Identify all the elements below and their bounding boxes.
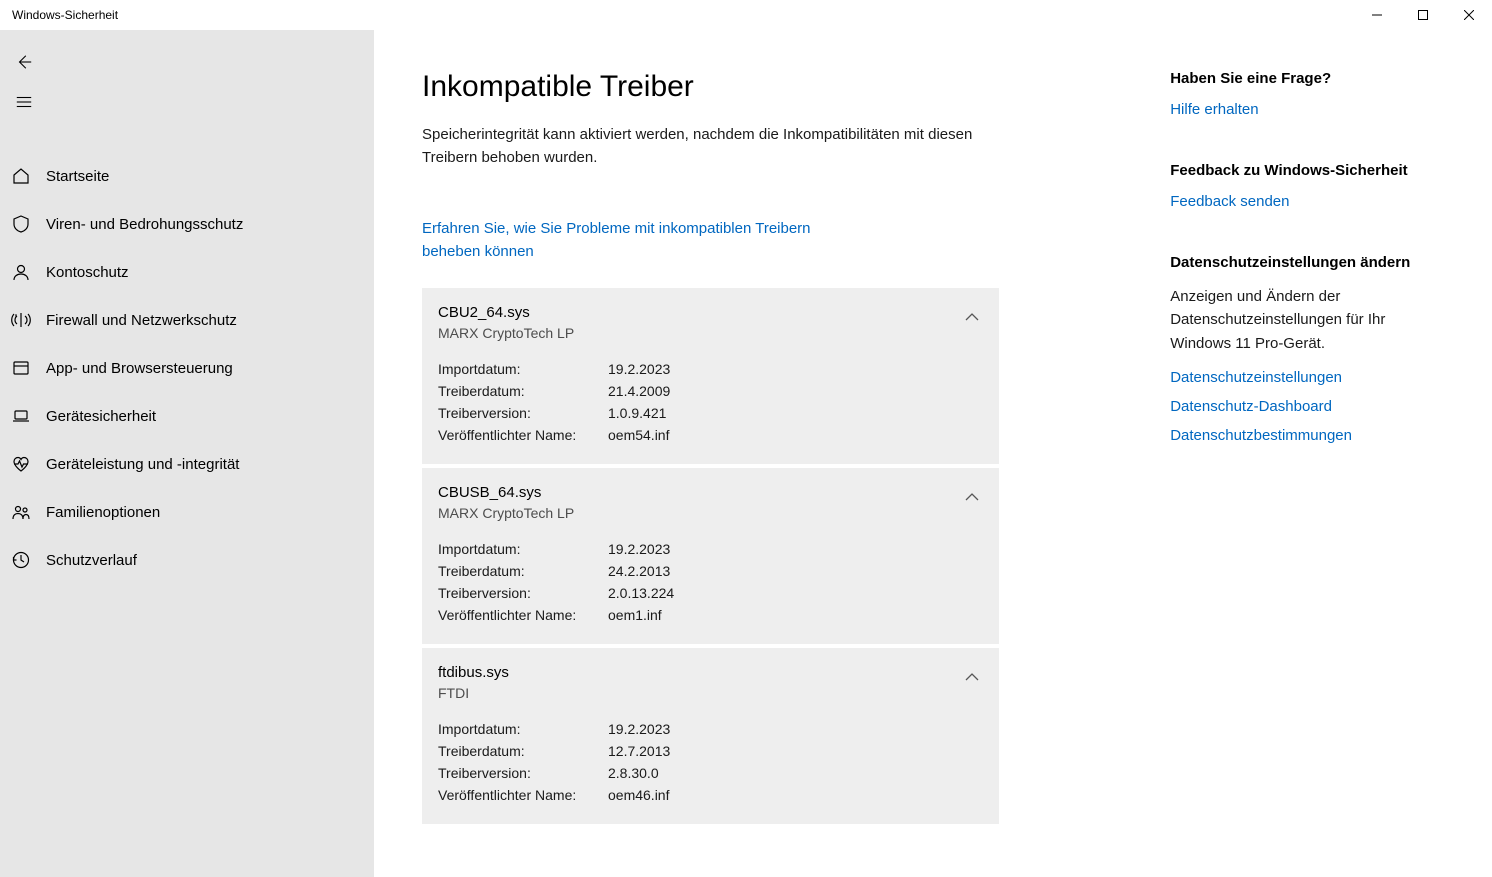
- sidebar-item-label: Gerätesicherheit: [46, 408, 156, 425]
- feedback-link[interactable]: Feedback senden: [1170, 193, 1444, 210]
- value-driver-date: 21.4.2009: [608, 381, 983, 402]
- value-driver-version: 2.8.30.0: [608, 763, 983, 784]
- value-driver-version: 1.0.9.421: [608, 403, 983, 424]
- window-icon: [10, 357, 32, 379]
- driver-details: Importdatum:19.2.2023Treiberdatum:21.4.2…: [438, 359, 983, 446]
- sidebar-item-family[interactable]: Familienoptionen: [0, 488, 374, 536]
- driver-card[interactable]: ftdibus.sysFTDIImportdatum:19.2.2023Trei…: [422, 648, 999, 824]
- maximize-button[interactable]: [1400, 0, 1446, 30]
- shield-icon: [10, 213, 32, 235]
- hamburger-button[interactable]: [0, 82, 48, 122]
- aside-question-title: Haben Sie eine Frage?: [1170, 70, 1444, 87]
- aside: Haben Sie eine Frage? Hilfe erhalten Fee…: [1170, 70, 1444, 877]
- value-published-name: oem1.inf: [608, 605, 983, 626]
- history-icon: [10, 549, 32, 571]
- label-driver-date: Treiberdatum:: [438, 561, 608, 582]
- sidebar-item-firewall[interactable]: Firewall und Netzwerkschutz: [0, 296, 374, 344]
- sidebar-item-health[interactable]: Geräteleistung und -integrität: [0, 440, 374, 488]
- heart-icon: [10, 453, 32, 475]
- help-link[interactable]: Hilfe erhalten: [1170, 101, 1444, 118]
- sidebar-item-label: Geräteleistung und -integrität: [46, 456, 239, 473]
- back-button[interactable]: [0, 42, 48, 82]
- sidebar-item-home[interactable]: Startseite: [0, 152, 374, 200]
- driver-card[interactable]: CBU2_64.sys MARX CryptoTech LP Importdatum…: [422, 288, 999, 464]
- sidebar-item-virus[interactable]: Viren- und Bedrohungsschutz: [0, 200, 374, 248]
- aside-feedback-title: Feedback zu Windows-Sicherheit: [1170, 162, 1444, 179]
- label-driver-version: Treiberversion:: [438, 583, 608, 604]
- sidebar-item-device[interactable]: Gerätesicherheit: [0, 392, 374, 440]
- driver-vendor: MARX CryptoTech LP: [438, 325, 983, 341]
- window-title: Windows-Sicherheit: [12, 8, 118, 22]
- driver-name: ftdibus.sys: [438, 664, 983, 681]
- close-button[interactable]: [1446, 0, 1492, 30]
- sidebar-item-appbrowser[interactable]: App- und Browsersteuerung: [0, 344, 374, 392]
- privacy-policy-link[interactable]: Datenschutzbestimmungen: [1170, 427, 1444, 444]
- driver-vendor: FTDI: [438, 685, 983, 701]
- label-published-name: Veröffentlichter Name:: [438, 605, 608, 626]
- driver-vendor: MARX CryptoTech LP: [438, 505, 983, 521]
- wifi-icon: [10, 309, 32, 331]
- driver-card[interactable]: CBUSB_64.sys MARX CryptoTech LP Importdatu…: [422, 468, 999, 644]
- privacy-dashboard-link[interactable]: Datenschutz-Dashboard: [1170, 398, 1444, 415]
- value-import-date: 19.2.2023: [608, 719, 983, 740]
- label-import-date: Importdatum:: [438, 719, 608, 740]
- title-bar: Windows-Sicherheit: [0, 0, 1492, 30]
- sidebar-item-label: Startseite: [46, 168, 109, 185]
- driver-name: CBU2_64.sys: [438, 304, 983, 321]
- sidebar-item-label: Viren- und Bedrohungsschutz: [46, 216, 243, 233]
- people-icon: [10, 501, 32, 523]
- sidebar-item-label: Schutzverlauf: [46, 552, 137, 569]
- sidebar-item-account[interactable]: Kontoschutz: [0, 248, 374, 296]
- learn-more-link[interactable]: Erfahren Sie, wie Sie Probleme mit inkom…: [422, 217, 872, 264]
- value-published-name: oem46.inf: [608, 785, 983, 806]
- value-driver-date: 12.7.2013: [608, 741, 983, 762]
- minimize-button[interactable]: [1354, 0, 1400, 30]
- label-driver-version: Treiberversion:: [438, 403, 608, 424]
- sidebar-item-label: Familienoptionen: [46, 504, 160, 521]
- person-icon: [10, 261, 32, 283]
- sidebar: Startseite Viren- und Bedrohungsschutz K…: [0, 30, 374, 877]
- driver-details: Importdatum:19.2.2023Treiberdatum:24.2.2…: [438, 539, 983, 626]
- aside-privacy-text: Anzeigen und Ändern der Datenschutzeinst…: [1170, 285, 1444, 355]
- chevron-up-icon: [965, 488, 979, 506]
- label-published-name: Veröffentlichter Name:: [438, 425, 608, 446]
- sidebar-item-label: Kontoschutz: [46, 264, 129, 281]
- label-import-date: Importdatum:: [438, 539, 608, 560]
- main-content: Inkompatible Treiber Speicherintegrität …: [422, 70, 1040, 877]
- sidebar-item-history[interactable]: Schutzverlauf: [0, 536, 374, 584]
- driver-name: CBUSB_64.sys: [438, 484, 983, 501]
- label-import-date: Importdatum:: [438, 359, 608, 380]
- page-subtitle: Speicherintegrität kann aktiviert werden…: [422, 124, 1002, 169]
- window-controls: [1354, 0, 1492, 30]
- chevron-up-icon: [965, 308, 979, 326]
- value-driver-date: 24.2.2013: [608, 561, 983, 582]
- value-import-date: 19.2.2023: [608, 359, 983, 380]
- driver-details: Importdatum:19.2.2023Treiberdatum:12.7.2…: [438, 719, 983, 806]
- sidebar-item-label: App- und Browsersteuerung: [46, 360, 233, 377]
- page-title: Inkompatible Treiber: [422, 70, 1040, 104]
- value-published-name: oem54.inf: [608, 425, 983, 446]
- aside-privacy-title: Datenschutzeinstellungen ändern: [1170, 254, 1444, 271]
- label-driver-date: Treiberdatum:: [438, 741, 608, 762]
- home-icon: [10, 165, 32, 187]
- label-driver-date: Treiberdatum:: [438, 381, 608, 402]
- label-driver-version: Treiberversion:: [438, 763, 608, 784]
- value-driver-version: 2.0.13.224: [608, 583, 983, 604]
- sidebar-item-label: Firewall und Netzwerkschutz: [46, 312, 237, 329]
- chevron-up-icon: [965, 668, 979, 686]
- value-import-date: 19.2.2023: [608, 539, 983, 560]
- label-published-name: Veröffentlichter Name:: [438, 785, 608, 806]
- privacy-settings-link[interactable]: Datenschutzeinstellungen: [1170, 369, 1444, 386]
- laptop-icon: [10, 405, 32, 427]
